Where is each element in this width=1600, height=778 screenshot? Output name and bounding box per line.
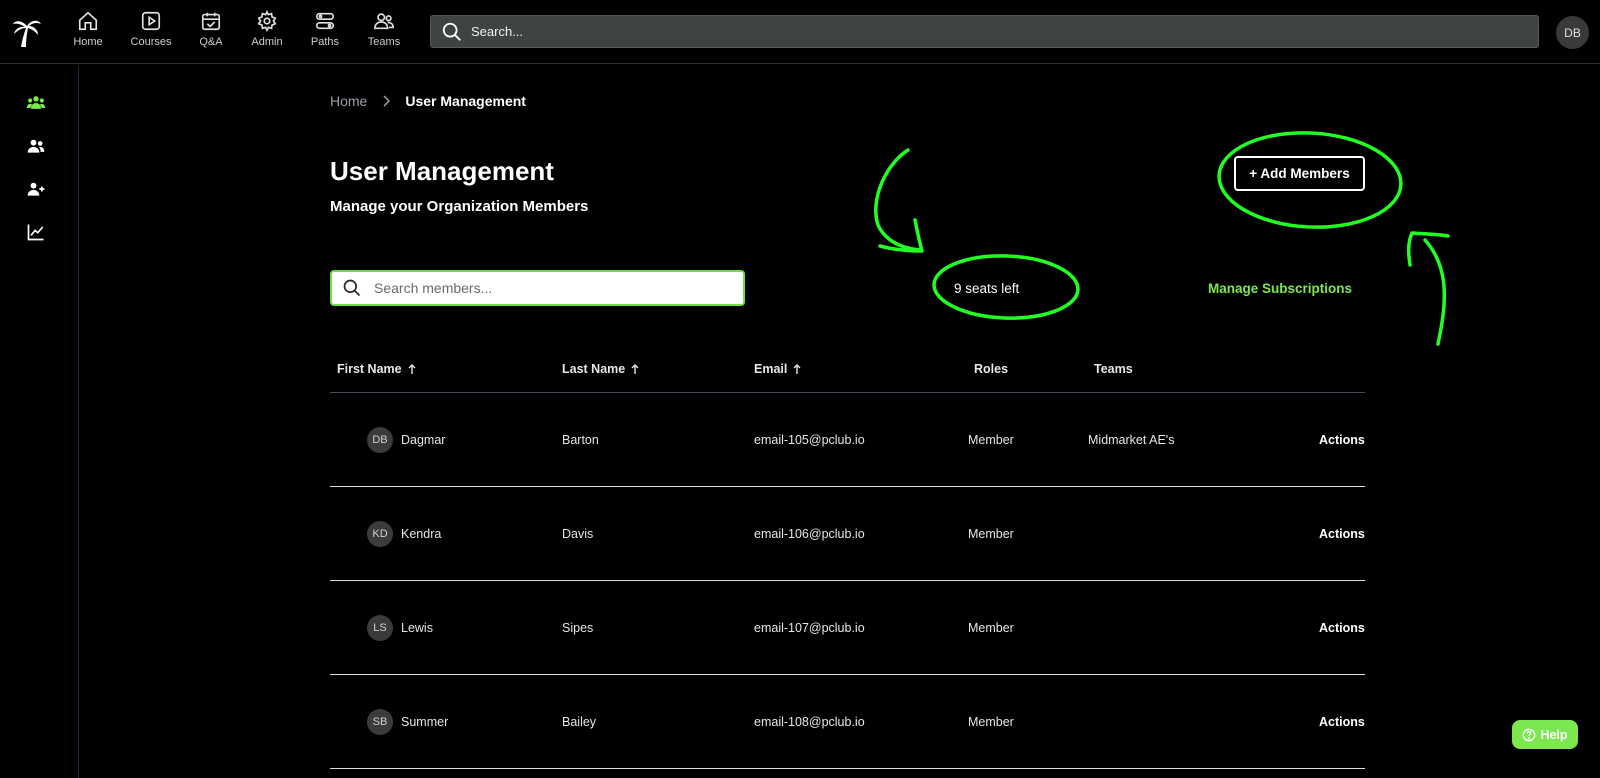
question-circle-icon [1523, 728, 1536, 741]
nav-paths[interactable]: Paths [297, 10, 353, 54]
page-subtitle: Manage your Organization Members [330, 198, 589, 215]
global-search[interactable] [430, 15, 1539, 48]
column-header-first-name[interactable]: First Name [337, 362, 416, 376]
home-icon [78, 11, 98, 31]
annotation-arrowhead-add-members [1406, 231, 1450, 267]
nav-paths-label: Paths [310, 36, 340, 48]
avatar: DB [367, 427, 393, 453]
email: email-105@pclub.io [754, 433, 865, 447]
table-row: SB Summer Bailey email-108@pclub.io Memb… [330, 675, 1365, 769]
nav-courses[interactable]: Courses [123, 10, 179, 54]
add-members-button[interactable]: + Add Members [1234, 156, 1365, 191]
nav-admin[interactable]: Admin [239, 10, 295, 54]
column-header-roles: Roles [974, 362, 1008, 376]
email: email-108@pclub.io [754, 715, 865, 729]
nav-home[interactable]: Home [60, 10, 116, 54]
breadcrumb-current: User Management [405, 93, 526, 109]
column-roles-label: Roles [974, 362, 1009, 376]
users-icon [374, 13, 394, 30]
help-label: Help [1540, 727, 1568, 742]
seats-left-label: 9 seats left [954, 281, 1020, 296]
organization-icon[interactable] [26, 93, 46, 113]
palm-tree-logo-icon[interactable] [12, 16, 42, 48]
role: Member [968, 715, 1014, 729]
annotation-arrowhead-seats [878, 218, 924, 253]
actions-button[interactable]: Actions [1319, 487, 1365, 581]
column-last-name-label: Last Name [562, 362, 626, 376]
play-icon [141, 11, 161, 31]
gear-icon [257, 10, 277, 32]
nav-courses-label: Courses [130, 36, 172, 48]
actions-button[interactable]: Actions [1319, 581, 1365, 675]
column-header-teams: Teams [1094, 362, 1133, 376]
nav-admin-label: Admin [251, 36, 283, 48]
last-name: Bailey [562, 715, 597, 729]
calendar-check-icon [201, 12, 221, 31]
first-name-cell: SB Summer [367, 675, 448, 769]
sort-arrow-up-icon [631, 363, 639, 374]
member-search[interactable] [330, 270, 745, 306]
email: email-106@pclub.io [754, 527, 865, 541]
global-search-input[interactable] [471, 24, 1371, 39]
column-first-name-label: First Name [337, 362, 402, 376]
left-sidebar [0, 65, 79, 778]
sort-arrow-up-icon [793, 363, 801, 374]
column-header-last-name[interactable]: Last Name [562, 362, 639, 376]
table-row: KD Kendra Davis email-106@pclub.io Membe… [330, 487, 1365, 581]
nav-home-label: Home [73, 36, 103, 48]
chart-line-icon[interactable] [26, 222, 46, 242]
avatar: KD [367, 521, 393, 547]
last-name: Barton [562, 433, 599, 447]
first-name: Lewis [401, 621, 433, 635]
manage-subscriptions-link[interactable]: Manage Subscriptions [1208, 281, 1352, 296]
email: email-107@pclub.io [754, 621, 865, 635]
last-name: Davis [562, 527, 594, 541]
role: Member [968, 527, 1014, 541]
nav-teams-label: Teams [367, 36, 401, 48]
chevron-right-icon [383, 95, 391, 107]
actions-button[interactable]: Actions [1319, 393, 1365, 487]
member-search-input[interactable] [374, 280, 714, 296]
user-avatar[interactable]: DB [1556, 16, 1589, 49]
breadcrumb-home[interactable]: Home [330, 93, 367, 109]
first-name: Kendra [401, 527, 442, 541]
table-row: LS Lewis Sipes email-107@pclub.io Member… [330, 581, 1365, 675]
first-name-cell: LS Lewis [367, 581, 433, 675]
avatar: SB [367, 709, 393, 735]
search-icon [343, 279, 361, 297]
add-user-icon[interactable] [26, 179, 46, 199]
first-name: Summer [401, 715, 449, 729]
first-name-cell: DB Dagmar [367, 393, 445, 487]
last-name: Sipes [562, 621, 594, 635]
role: Member [968, 621, 1014, 635]
column-teams-label: Teams [1094, 362, 1133, 376]
annotation-arrow-add-members [1423, 238, 1447, 346]
sort-arrow-up-icon [408, 363, 416, 374]
nav-qa[interactable]: Q&A [183, 10, 239, 54]
search-icon [442, 22, 461, 41]
paths-icon [315, 12, 335, 30]
nav-teams[interactable]: Teams [356, 10, 412, 54]
help-button[interactable]: Help [1512, 720, 1578, 749]
column-email-label: Email [754, 362, 788, 376]
team: Midmarket AE's [1088, 433, 1175, 447]
actions-button[interactable]: Actions [1319, 675, 1365, 769]
annotation-arrow-seats [874, 148, 922, 252]
avatar: LS [367, 615, 393, 641]
breadcrumb: Home User Management [330, 93, 526, 109]
first-name-cell: KD Kendra [367, 487, 441, 581]
top-navigation-bar: Home Courses Q&A Admin Paths Teams DB [0, 0, 1600, 64]
table-row: DB Dagmar Barton email-105@pclub.io Memb… [330, 393, 1365, 487]
first-name: Dagmar [401, 433, 446, 447]
nav-qa-label: Q&A [199, 36, 223, 48]
page-title: User Management [330, 156, 554, 186]
users-icon[interactable] [26, 136, 46, 156]
column-header-email[interactable]: Email [754, 362, 801, 376]
role: Member [968, 433, 1014, 447]
